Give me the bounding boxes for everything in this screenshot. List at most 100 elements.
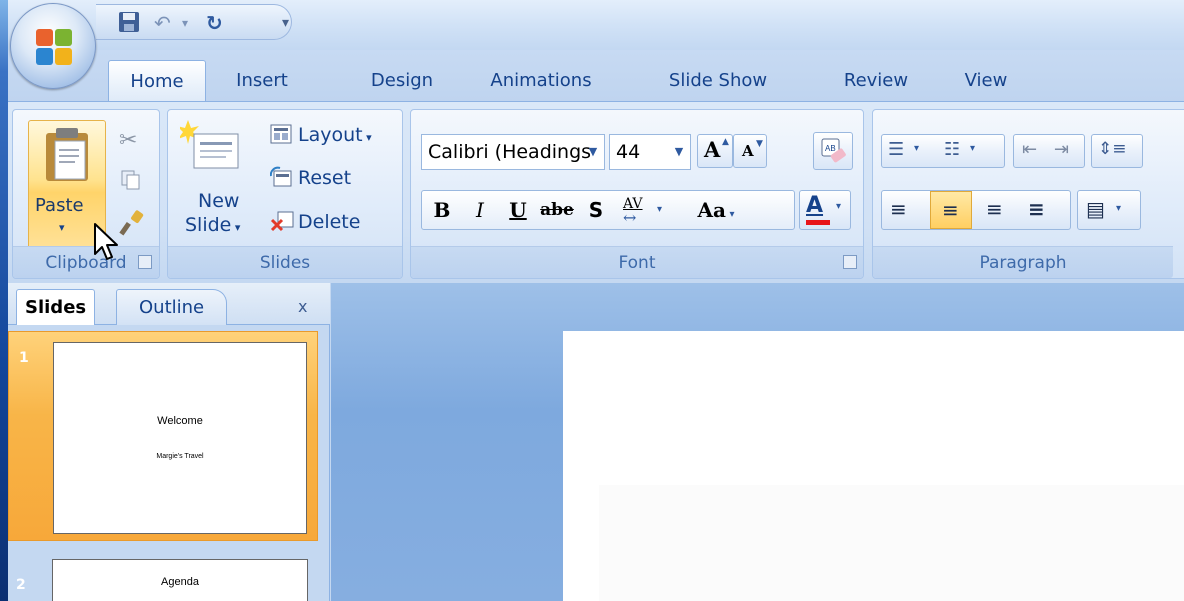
- slide-dropdown-label[interactable]: Slide ▾: [185, 214, 240, 236]
- tab-review[interactable]: Review: [826, 60, 926, 102]
- font-launcher-icon[interactable]: [843, 255, 857, 269]
- font-color-dropdown-icon: ▾: [836, 201, 842, 212]
- content-placeholder[interactable]: [599, 485, 1184, 601]
- change-case-label: Aa: [697, 198, 726, 222]
- powerpoint-window: ↶ ▾ ↻ ▾ Home Insert Design Animations Sl…: [8, 0, 1184, 601]
- decrease-indent-icon[interactable]: ⇤: [1022, 139, 1037, 160]
- align-left-icon[interactable]: ≡: [890, 197, 907, 221]
- font-color-letter: A: [806, 193, 824, 218]
- office-logo-icon: [36, 29, 72, 65]
- line-spacing-button[interactable]: ⇕≡: [1091, 134, 1143, 168]
- copy-icon[interactable]: [121, 170, 141, 194]
- delete-slide-icon[interactable]: [270, 210, 294, 236]
- grow-font-button[interactable]: A ▲: [697, 134, 733, 168]
- slide-workspace: [331, 283, 1184, 601]
- ribbon: Paste ▾ ✂ Clipboard New Slide ▾ Layout ▾…: [8, 101, 1184, 281]
- increase-indent-icon[interactable]: ⇥: [1054, 139, 1069, 160]
- slide-thumbnail-1[interactable]: Welcome Margie's Travel: [53, 342, 307, 534]
- font-color-bar: [806, 220, 830, 225]
- undo-icon[interactable]: ↶: [154, 11, 171, 35]
- slide-number: 1: [19, 350, 29, 366]
- tab-view[interactable]: View: [946, 60, 1026, 102]
- tab-design[interactable]: Design: [354, 60, 450, 102]
- slide-thumbnail-selected[interactable]: 1 Welcome Margie's Travel: [8, 331, 318, 541]
- cut-icon[interactable]: ✂: [119, 128, 137, 153]
- font-name-combo[interactable]: Calibri (Headings ▼: [421, 134, 605, 170]
- clipboard-group: Paste ▾ ✂ Clipboard: [12, 109, 160, 279]
- spacing-arrows-icon: ↔: [623, 208, 637, 227]
- justify-icon[interactable]: ≡: [1028, 197, 1045, 221]
- clear-formatting-icon: AB: [821, 138, 846, 163]
- line-spacing-icon: ⇕≡: [1098, 139, 1127, 159]
- tab-slides[interactable]: Slides: [16, 289, 96, 325]
- slide-canvas[interactable]: [563, 331, 1184, 601]
- tab-home[interactable]: Home: [108, 60, 206, 102]
- paragraph-group: ☰ ▾ ☷ ▾ ⇤ ⇥ ⇕≡ ≡ ≡ ≡ ≡ ▤ ▾ Paragraph: [872, 109, 1184, 279]
- clear-formatting-button[interactable]: AB: [813, 132, 853, 170]
- font-size-combo[interactable]: 44 ▼: [609, 134, 691, 170]
- bullets-dropdown-icon[interactable]: ▾: [914, 143, 919, 154]
- font-group: Calibri (Headings ▼ 44 ▼ A ▲ A ▼ AB B I …: [410, 109, 864, 279]
- slides-group: New Slide ▾ Layout ▾ Reset Delete Slides: [167, 109, 403, 279]
- strikethrough-button[interactable]: abe: [537, 190, 577, 230]
- columns-button[interactable]: ▤ ▾: [1077, 190, 1141, 230]
- font-name-dropdown-icon[interactable]: ▼: [582, 135, 604, 169]
- font-group-label: Font: [411, 246, 863, 278]
- slides-pane: Slides Outline x 1 Welcome Margie's Trav…: [8, 283, 330, 601]
- character-spacing-button[interactable]: AV ↔ ▾: [617, 190, 677, 230]
- office-button[interactable]: [10, 3, 96, 89]
- repeat-icon[interactable]: ↻: [206, 11, 223, 35]
- ribbon-tabs: Home Insert Design Animations Slide Show…: [8, 50, 1184, 102]
- bold-button[interactable]: B: [425, 190, 459, 230]
- text-shadow-button[interactable]: S: [579, 190, 613, 230]
- case-dropdown-icon: ▾: [725, 209, 735, 220]
- bullets-icon[interactable]: ☰: [888, 139, 904, 160]
- shrink-font-button[interactable]: A ▼: [733, 134, 767, 168]
- layout-label[interactable]: Layout ▾: [298, 124, 372, 146]
- thumbnail-title: Welcome: [157, 415, 203, 427]
- paragraph-group-label: Paragraph: [873, 246, 1173, 278]
- numbering-icon[interactable]: ☷: [944, 139, 960, 160]
- font-size-value: 44: [616, 141, 641, 163]
- list-buttons: ☰ ▾ ☷ ▾: [881, 134, 1005, 168]
- save-icon[interactable]: [118, 11, 140, 35]
- font-color-button[interactable]: A ▾: [799, 190, 851, 230]
- thumbnail-subtitle: Margie's Travel: [156, 453, 204, 460]
- font-name-value: Calibri (Headings: [428, 141, 592, 163]
- pane-tabs: Slides Outline x: [8, 283, 330, 325]
- tab-animations[interactable]: Animations: [476, 60, 606, 102]
- new-slide-icon[interactable]: [177, 118, 242, 188]
- align-right-icon[interactable]: ≡: [986, 197, 1003, 221]
- columns-dropdown-icon: ▾: [1116, 203, 1122, 214]
- alignment-buttons: ≡ ≡ ≡ ≡: [881, 190, 1071, 230]
- clipboard-icon: [46, 128, 88, 181]
- numbering-dropdown-icon[interactable]: ▾: [970, 143, 975, 154]
- customize-qat-icon[interactable]: ▾: [282, 11, 289, 35]
- align-center-icon[interactable]: ≡: [930, 191, 972, 229]
- undo-dropdown-icon[interactable]: ▾: [182, 11, 188, 35]
- paste-label: Paste: [35, 195, 84, 216]
- paste-dropdown-icon[interactable]: ▾: [59, 221, 65, 234]
- columns-icon: ▤: [1086, 197, 1105, 221]
- font-size-dropdown-icon[interactable]: ▼: [668, 135, 690, 169]
- reset-label[interactable]: Reset: [298, 167, 351, 189]
- shrink-font-icon: A: [742, 142, 754, 160]
- delete-label[interactable]: Delete: [298, 211, 360, 233]
- underline-button[interactable]: U: [501, 190, 535, 230]
- tab-insert[interactable]: Insert: [222, 60, 302, 102]
- tab-outline[interactable]: Outline: [116, 289, 228, 325]
- slide-number: 2: [16, 577, 26, 593]
- clipboard-launcher-icon[interactable]: [138, 255, 152, 269]
- spacing-dropdown-icon: ▾: [657, 204, 663, 215]
- slide-thumbnail-2[interactable]: Agenda: [52, 559, 308, 601]
- new-slide-label[interactable]: New: [198, 190, 239, 212]
- change-case-button[interactable]: Aa ▾: [681, 190, 751, 230]
- close-pane-icon[interactable]: x: [298, 289, 307, 325]
- grow-caret-icon: ▲: [722, 137, 729, 147]
- mouse-cursor-icon: [94, 223, 118, 260]
- layout-icon[interactable]: [270, 124, 292, 148]
- italic-button[interactable]: I: [463, 190, 497, 230]
- reset-icon[interactable]: [269, 166, 292, 192]
- tab-slide-show[interactable]: Slide Show: [648, 60, 788, 102]
- format-painter-icon[interactable]: [119, 210, 145, 240]
